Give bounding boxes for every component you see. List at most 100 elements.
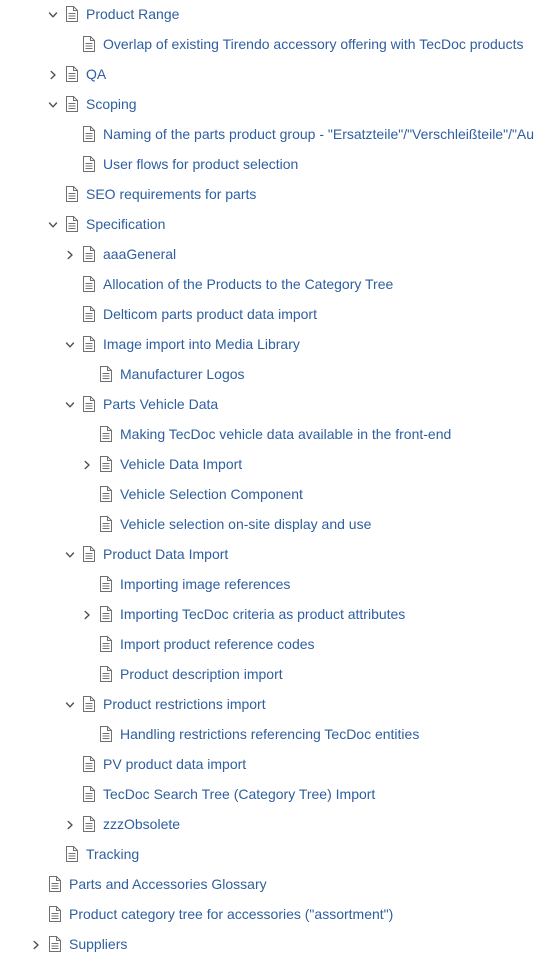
tree-item[interactable]: Tracking xyxy=(0,840,546,870)
page-icon xyxy=(99,516,112,532)
chevron-right-icon[interactable] xyxy=(63,248,77,262)
tree-item[interactable]: Product description import xyxy=(0,660,546,690)
page-icon xyxy=(99,576,112,592)
page-tree: Product Range Overlap of existing Tirendo… xyxy=(0,0,546,973)
tree-item-link[interactable]: Vehicle Selection Component xyxy=(120,485,303,503)
tree-item-link[interactable]: Product Data Import xyxy=(103,545,228,563)
page-icon xyxy=(65,186,78,202)
chevron-right-icon[interactable] xyxy=(63,818,77,832)
tree-item[interactable]: Specification xyxy=(0,210,546,240)
tree-item-link[interactable]: TecDoc Search Tree (Category Tree) Impor… xyxy=(103,785,375,803)
page-icon xyxy=(82,546,95,562)
tree-item[interactable]: User flows for product selection xyxy=(0,150,546,180)
chevron-down-icon[interactable] xyxy=(46,98,60,112)
tree-item[interactable]: SEO requirements for parts xyxy=(0,180,546,210)
tree-item[interactable]: zzzObsolete xyxy=(0,810,546,840)
page-icon xyxy=(99,636,112,652)
page-icon xyxy=(82,396,95,412)
tree-item-link[interactable]: Overlap of existing Tirendo accessory of… xyxy=(103,35,523,53)
tree-item[interactable]: Suppliers xyxy=(0,930,546,960)
tree-item-link[interactable]: Specification xyxy=(86,215,165,233)
tree-item[interactable]: Scoping xyxy=(0,90,546,120)
page-icon xyxy=(99,426,112,442)
tree-item-link[interactable]: QA xyxy=(86,65,106,83)
tree-item-link[interactable]: Naming of the parts product group - "Ers… xyxy=(103,125,534,143)
tree-item-link[interactable]: Product restrictions import xyxy=(103,695,266,713)
tree-item[interactable]: QA xyxy=(0,60,546,90)
tree-item[interactable]: Vehicle selection on-site display and us… xyxy=(0,510,546,540)
tree-item[interactable]: Overlap of existing Tirendo accessory of… xyxy=(0,30,546,60)
tree-item[interactable]: Vehicle Data Import xyxy=(0,450,546,480)
chevron-right-icon[interactable] xyxy=(80,458,94,472)
tree-item[interactable]: Parts Vehicle Data xyxy=(0,390,546,420)
tree-item-link[interactable]: zzzObsolete xyxy=(103,815,180,833)
tree-item[interactable]: Image import into Media Library xyxy=(0,330,546,360)
tree-item-link[interactable]: Allocation of the Products to the Catego… xyxy=(103,275,393,293)
chevron-down-icon[interactable] xyxy=(63,698,77,712)
tree-item[interactable]: Product category tree for accessories ("… xyxy=(0,900,546,930)
tree-item[interactable]: Product Range xyxy=(0,0,546,30)
tree-item-link[interactable]: PV product data import xyxy=(103,755,246,773)
page-icon xyxy=(82,816,95,832)
tree-item[interactable]: Vehicle Selection Component xyxy=(0,480,546,510)
tree-item[interactable]: Parts and Accessories Glossary xyxy=(0,870,546,900)
tree-item-link[interactable]: Manufacturer Logos xyxy=(120,365,245,383)
tree-item-link[interactable]: Importing image references xyxy=(120,575,290,593)
page-icon xyxy=(82,306,95,322)
chevron-down-icon[interactable] xyxy=(63,338,77,352)
tree-item[interactable]: Handling restrictions referencing TecDoc… xyxy=(0,720,546,750)
tree-item[interactable]: Making TecDoc vehicle data available in … xyxy=(0,420,546,450)
tree-item-link[interactable]: Vehicle Data Import xyxy=(120,455,242,473)
tree-item[interactable]: Import product reference codes xyxy=(0,630,546,660)
chevron-down-icon[interactable] xyxy=(46,218,60,232)
chevron-right-icon[interactable] xyxy=(46,68,60,82)
tree-item-link[interactable]: Suppliers xyxy=(69,935,127,953)
tree-item-link[interactable]: Handling restrictions referencing TecDoc… xyxy=(120,725,419,743)
tree-item-link[interactable]: Image import into Media Library xyxy=(103,335,300,353)
tree-item-link[interactable]: Product description import xyxy=(120,665,283,683)
page-icon xyxy=(48,906,61,922)
tree-item[interactable]: PV product data import xyxy=(0,750,546,780)
tree-item-link[interactable]: Scoping xyxy=(86,95,137,113)
tree-item[interactable]: Allocation of the Products to the Catego… xyxy=(0,270,546,300)
tree-item-link[interactable]: aaaGeneral xyxy=(103,245,176,263)
page-icon xyxy=(82,756,95,772)
tree-item-link[interactable]: Delticom parts product data import xyxy=(103,305,317,323)
tree-item-link[interactable]: Importing TecDoc criteria as product att… xyxy=(120,605,405,623)
tree-item[interactable]: Importing image references xyxy=(0,570,546,600)
tree-item-link[interactable]: Tracking xyxy=(86,845,139,863)
tree-item-link[interactable]: Product category tree for accessories ("… xyxy=(69,905,393,923)
page-icon xyxy=(99,366,112,382)
chevron-down-icon[interactable] xyxy=(46,8,60,22)
page-icon xyxy=(65,96,78,112)
page-icon xyxy=(99,456,112,472)
tree-item-link[interactable]: SEO requirements for parts xyxy=(86,185,256,203)
tree-item-link[interactable]: Parts and Accessories Glossary xyxy=(69,875,267,893)
chevron-right-icon[interactable] xyxy=(80,608,94,622)
tree-item-link[interactable]: Parts Vehicle Data xyxy=(103,395,218,413)
tree-item[interactable]: TecDoc Search Tree (Category Tree) Impor… xyxy=(0,780,546,810)
page-icon xyxy=(82,336,95,352)
tree-item[interactable]: Manufacturer Logos xyxy=(0,360,546,390)
page-icon xyxy=(48,936,61,952)
page-icon xyxy=(65,6,78,22)
tree-item[interactable]: Product restrictions import xyxy=(0,690,546,720)
tree-item[interactable]: Naming of the parts product group - "Ers… xyxy=(0,120,546,150)
page-icon xyxy=(82,126,95,142)
page-icon xyxy=(82,246,95,262)
chevron-right-icon[interactable] xyxy=(29,938,43,952)
tree-item-link[interactable]: User flows for product selection xyxy=(103,155,298,173)
tree-item[interactable]: Delticom parts product data import xyxy=(0,300,546,330)
page-icon xyxy=(99,606,112,622)
tree-item-link[interactable]: Import product reference codes xyxy=(120,635,315,653)
tree-item[interactable]: aaaGeneral xyxy=(0,240,546,270)
tree-item-link[interactable]: Making TecDoc vehicle data available in … xyxy=(120,425,451,443)
page-icon xyxy=(65,66,78,82)
tree-item-link[interactable]: Vehicle selection on-site display and us… xyxy=(120,515,371,533)
tree-item[interactable]: Importing TecDoc criteria as product att… xyxy=(0,600,546,630)
tree-item[interactable]: Product Data Import xyxy=(0,540,546,570)
page-icon xyxy=(82,276,95,292)
chevron-down-icon[interactable] xyxy=(63,548,77,562)
tree-item-link[interactable]: Product Range xyxy=(86,5,179,23)
chevron-down-icon[interactable] xyxy=(63,398,77,412)
